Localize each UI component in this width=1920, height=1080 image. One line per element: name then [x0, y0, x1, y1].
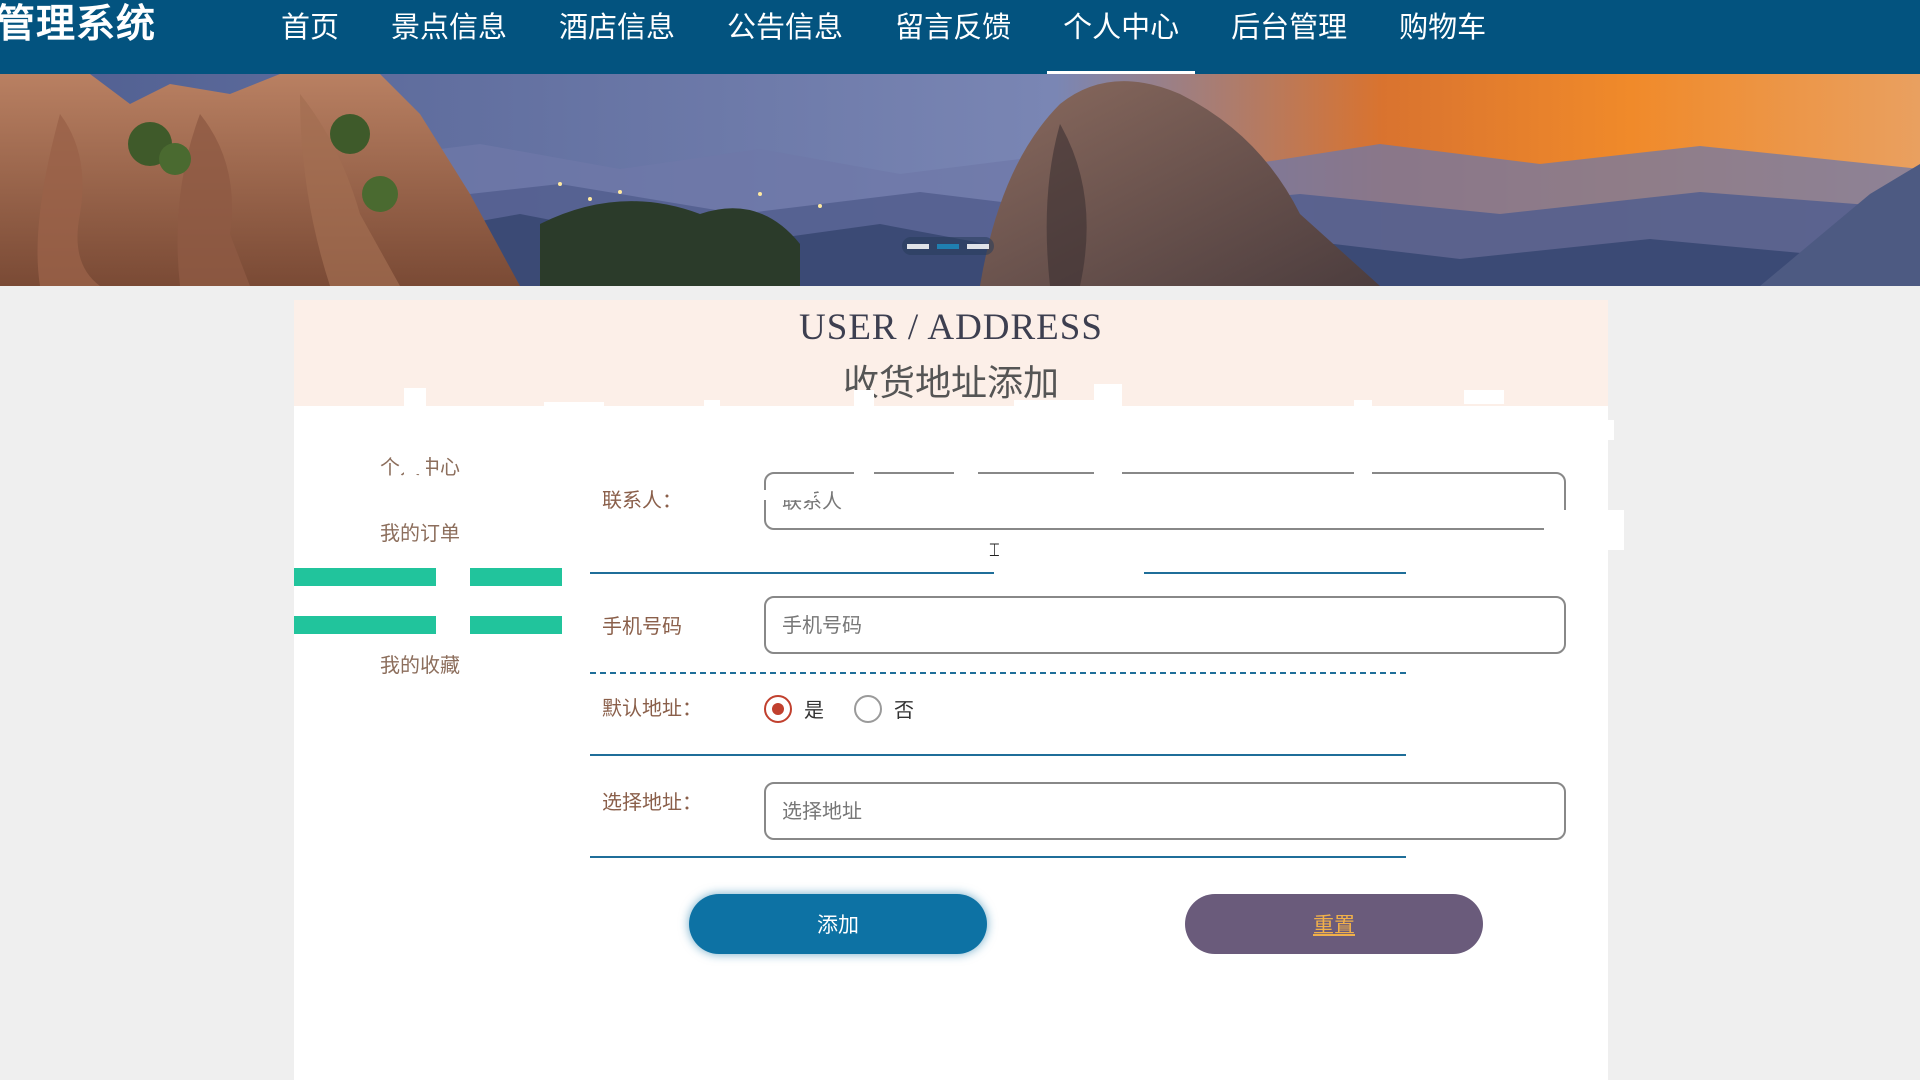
address-label: 选择地址：	[602, 790, 702, 814]
main-nav: 首页 景点信息 酒店信息 公告信息 留言反馈 个人中心 后台管理 购物车	[255, 0, 1512, 74]
panel-title-en: USER / ADDRESS	[799, 307, 1103, 348]
address-form: 联系人： 手机号码 默认地址： 是 否 选择地址：	[590, 460, 1566, 858]
radio-no-label: 否	[894, 698, 914, 722]
phone-input[interactable]	[764, 596, 1566, 654]
carousel-dot-active[interactable]	[937, 243, 959, 249]
form-row-default-address: 默认地址： 是 否	[590, 674, 1406, 756]
form-row-address: 选择地址：	[590, 756, 1566, 858]
nav-item-home[interactable]: 首页	[255, 0, 365, 74]
radio-checked-icon[interactable]	[764, 694, 792, 723]
radio-yes[interactable]: 是	[764, 694, 824, 723]
address-panel: USER / ADDRESS 收货地址添加 个人中心 我的订单 我的收藏 联系人…	[294, 300, 1608, 1080]
default-address-radio-group: 是 否	[764, 694, 914, 723]
form-row-contact: 联系人：	[590, 460, 1566, 574]
contact-label: 联系人：	[602, 488, 682, 512]
side-menu-active-marker	[294, 568, 562, 634]
address-select-input[interactable]	[764, 782, 1566, 840]
nav-item-cart[interactable]: 购物车	[1373, 0, 1512, 74]
carousel-indicators	[902, 237, 994, 255]
carousel-dot[interactable]	[967, 243, 989, 249]
side-item-personal-center[interactable]: 个人中心	[380, 450, 510, 516]
panel-header: USER / ADDRESS 收货地址添加	[294, 300, 1608, 406]
nav-item-hotels[interactable]: 酒店信息	[533, 0, 701, 74]
site-title: 息管理系统	[0, 2, 157, 47]
nav-item-admin[interactable]: 后台管理	[1205, 0, 1373, 74]
nav-item-personal-center[interactable]: 个人中心	[1037, 0, 1205, 74]
add-button[interactable]: 添加	[689, 894, 987, 954]
side-item-my-favorites[interactable]: 我的收藏	[380, 648, 510, 714]
banner-carousel	[0, 74, 1920, 286]
top-navigation-bar: 息管理系统 首页 景点信息 酒店信息 公告信息 留言反馈 个人中心 后台管理 购…	[0, 0, 1920, 74]
carousel-dot[interactable]	[907, 243, 929, 249]
radio-no[interactable]: 否	[854, 694, 914, 723]
nav-item-attractions[interactable]: 景点信息	[365, 0, 533, 74]
radio-unchecked-icon[interactable]	[854, 694, 882, 723]
panel-title-cn: 收货地址添加	[842, 363, 1059, 404]
nav-item-feedback[interactable]: 留言反馈	[869, 0, 1037, 74]
nav-item-announcements[interactable]: 公告信息	[701, 0, 869, 74]
radio-yes-label: 是	[804, 698, 824, 722]
reset-button[interactable]: 重置	[1185, 894, 1483, 954]
default-address-label: 默认地址：	[602, 696, 702, 720]
contact-input[interactable]	[764, 472, 1566, 530]
phone-label: 手机号码	[602, 614, 682, 638]
form-row-phone: 手机号码	[590, 578, 1566, 674]
